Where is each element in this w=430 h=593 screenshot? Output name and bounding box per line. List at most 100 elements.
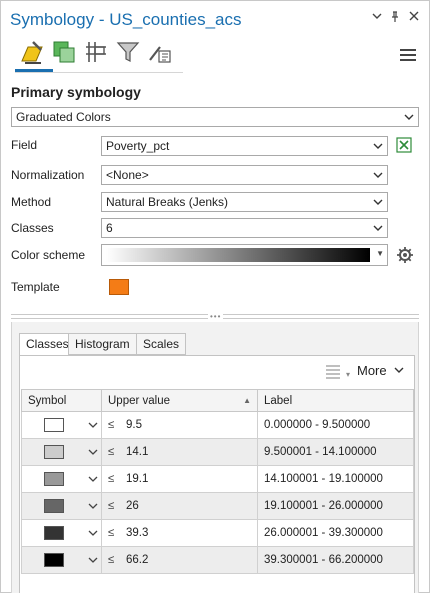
- field-select[interactable]: Poverty_pct: [101, 136, 388, 156]
- vary-symbology-icon[interactable]: [49, 37, 79, 67]
- chevron-down-icon[interactable]: [88, 447, 98, 457]
- normalization-label: Normalization: [11, 168, 85, 182]
- chevron-down-icon: [373, 199, 383, 205]
- gear-icon[interactable]: [396, 246, 414, 264]
- color-ramp: [106, 248, 370, 262]
- template-symbol-swatch[interactable]: [109, 279, 129, 295]
- upper-value: 39.3: [126, 527, 149, 539]
- upper-value: 66.2: [126, 554, 149, 566]
- chevron-down-icon: [373, 225, 383, 231]
- tab-scales[interactable]: Scales: [136, 333, 187, 355]
- table-row[interactable]: ≤26 19.100001 - 26.000000: [21, 492, 414, 520]
- table-row[interactable]: ≤19.1 14.100001 - 19.100000: [21, 465, 414, 493]
- pane-splitter[interactable]: •••: [11, 312, 419, 321]
- class-symbol-swatch[interactable]: [44, 445, 64, 459]
- close-icon[interactable]: [409, 11, 419, 25]
- field-value: Poverty_pct: [106, 139, 170, 153]
- operator: ≤: [108, 473, 115, 485]
- symbol-cell[interactable]: [21, 492, 102, 520]
- more-label: More: [357, 363, 387, 378]
- table-row[interactable]: ≤39.3 26.000001 - 39.300000: [21, 519, 414, 547]
- method-value: Natural Breaks (Jenks): [106, 195, 229, 209]
- label-cell[interactable]: 19.100001 - 26.000000: [257, 492, 414, 520]
- upper-value-cell[interactable]: ≤9.5: [101, 411, 258, 439]
- upper-value-cell[interactable]: ≤39.3: [101, 519, 258, 547]
- class-symbol-swatch[interactable]: [44, 553, 64, 567]
- chevron-down-icon[interactable]: [88, 528, 98, 538]
- caret-down-icon: ▼: [376, 249, 384, 258]
- upper-value-cell[interactable]: ≤66.2: [101, 546, 258, 574]
- grip-icon: •••: [208, 312, 224, 321]
- color-scheme-label: Color scheme: [11, 248, 86, 262]
- table-view-caret-icon[interactable]: ▾: [346, 370, 350, 379]
- column-header-label[interactable]: Label: [257, 389, 414, 412]
- upper-value-cell[interactable]: ≤19.1: [101, 465, 258, 493]
- label-cell[interactable]: 26.000001 - 39.300000: [257, 519, 414, 547]
- operator: ≤: [108, 527, 115, 539]
- symbology-type-value: Graduated Colors: [16, 110, 111, 124]
- template-label: Template: [11, 280, 60, 294]
- pane-title: Symbology - US_counties_acs: [10, 10, 242, 29]
- primary-symbology-icon[interactable]: [17, 37, 47, 67]
- chevron-down-icon: [373, 143, 383, 149]
- classes-section: Classes Histogram Scales ▾ More Symbol U…: [11, 322, 419, 593]
- table-row[interactable]: ≤14.1 9.500001 - 14.100000: [21, 438, 414, 466]
- column-header-upper-value[interactable]: Upper value ▲: [101, 389, 258, 412]
- symbol-cell[interactable]: [21, 546, 102, 574]
- classes-select[interactable]: 6: [101, 218, 388, 238]
- chevron-down-icon: [373, 172, 383, 178]
- upper-value: 19.1: [126, 473, 149, 485]
- field-label: Field: [11, 138, 38, 152]
- color-scheme-select[interactable]: ▼: [101, 244, 388, 266]
- symbol-cell[interactable]: [21, 465, 102, 493]
- operator: ≤: [108, 500, 115, 512]
- table-row[interactable]: ≤66.2 39.300001 - 66.200000: [21, 546, 414, 574]
- chevron-down-icon[interactable]: [88, 420, 98, 430]
- column-header-symbol[interactable]: Symbol: [21, 389, 102, 412]
- symbol-cell[interactable]: [21, 519, 102, 547]
- symbol-cell[interactable]: [21, 411, 102, 439]
- symbology-toolbar: [11, 37, 411, 73]
- table-view-icon[interactable]: [325, 365, 341, 379]
- toolbar-divider: [15, 72, 183, 73]
- class-symbol-swatch[interactable]: [44, 499, 64, 513]
- class-symbol-swatch[interactable]: [44, 418, 64, 432]
- pane-options-icon[interactable]: [372, 11, 382, 25]
- upper-value-header-label: Upper value: [108, 394, 171, 407]
- symbol-cell[interactable]: [21, 438, 102, 466]
- label-cell[interactable]: 14.100001 - 19.100000: [257, 465, 414, 493]
- upper-value-cell[interactable]: ≤14.1: [101, 438, 258, 466]
- primary-symbology-heading: Primary symbology: [11, 84, 141, 100]
- pin-icon[interactable]: [390, 11, 400, 27]
- chevron-down-icon[interactable]: [88, 474, 98, 484]
- label-cell[interactable]: 39.300001 - 66.200000: [257, 546, 414, 574]
- symbology-type-select[interactable]: Graduated Colors: [11, 107, 419, 127]
- filter-icon[interactable]: [113, 37, 143, 67]
- table-row[interactable]: ≤9.5 0.000000 - 9.500000: [21, 411, 414, 439]
- more-menu[interactable]: More: [357, 363, 404, 378]
- classes-value: 6: [106, 221, 113, 235]
- symbology-pane: Symbology - US_counties_acs Primary symb…: [0, 0, 430, 593]
- chevron-down-icon[interactable]: [88, 501, 98, 511]
- class-symbol-swatch[interactable]: [44, 472, 64, 486]
- classes-label: Classes: [11, 221, 54, 235]
- method-select[interactable]: Natural Breaks (Jenks): [101, 192, 388, 212]
- chevron-down-icon: [404, 114, 414, 120]
- classes-table: Symbol Upper value ▲ Label ≤9.5 0.000000 …: [21, 389, 414, 574]
- method-label: Method: [11, 195, 52, 209]
- label-cell[interactable]: 0.000000 - 9.500000: [257, 411, 414, 439]
- chevron-down-icon[interactable]: [88, 555, 98, 565]
- menu-icon[interactable]: [400, 49, 416, 63]
- operator: ≤: [108, 554, 115, 566]
- title-bar: Symbology - US_counties_acs: [1, 1, 429, 35]
- label-cell[interactable]: 9.500001 - 14.100000: [257, 438, 414, 466]
- label-classes-icon[interactable]: [145, 37, 175, 67]
- tab-histogram[interactable]: Histogram: [68, 333, 137, 355]
- normalization-select[interactable]: <None>: [101, 165, 388, 185]
- symbol-layers-icon[interactable]: [81, 37, 111, 67]
- normalization-value: <None>: [106, 168, 149, 182]
- operator: ≤: [108, 419, 115, 431]
- upper-value-cell[interactable]: ≤26: [101, 492, 258, 520]
- field-expression-icon[interactable]: [396, 137, 412, 153]
- class-symbol-swatch[interactable]: [44, 526, 64, 540]
